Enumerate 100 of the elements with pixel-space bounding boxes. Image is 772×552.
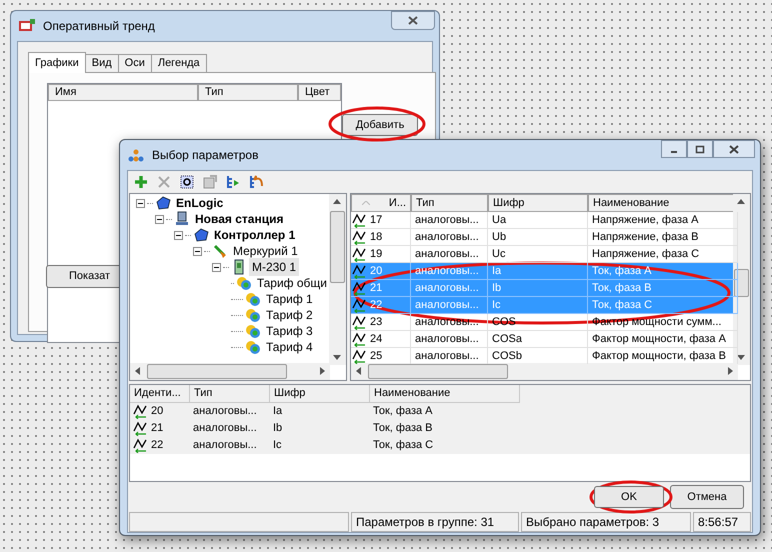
horizontal-scrollbar[interactable] bbox=[130, 363, 330, 380]
table-cell-text: аналоговы... bbox=[415, 298, 479, 313]
scroll-thumb[interactable] bbox=[734, 269, 749, 297]
table-row[interactable]: 17 аналоговы... Ua Напряжение, фаза A bbox=[351, 212, 738, 229]
minus-icon bbox=[195, 250, 200, 252]
app-icon bbox=[19, 19, 35, 33]
table-row[interactable]: 25 аналоговы... COSb Фактор мощности, фаза B bbox=[351, 348, 738, 364]
tab[interactable]: Легенда bbox=[150, 54, 207, 72]
table-cell-text: Напряжение, фаза B bbox=[592, 230, 698, 245]
minus-icon bbox=[214, 266, 219, 268]
right-arrow-icon bbox=[320, 367, 325, 375]
table-row[interactable]: 24 аналоговы... COSa Фактор мощности, фаза A bbox=[351, 331, 738, 348]
add-button[interactable]: Добавить bbox=[342, 114, 418, 136]
table-cell-text: Ток, фаза B bbox=[592, 280, 652, 296]
column-label: Тип bbox=[416, 196, 434, 211]
table-cell-text: Ia bbox=[273, 404, 282, 420]
collapse-toggle[interactable] bbox=[193, 246, 202, 256]
add-button[interactable] bbox=[132, 173, 150, 191]
table-row[interactable]: 19 аналоговы... Uc Напряжение, фаза C bbox=[351, 246, 738, 263]
show-button[interactable]: Показат bbox=[46, 265, 120, 288]
table-cell-text: 25 bbox=[370, 348, 382, 364]
up-arrow-icon bbox=[333, 199, 341, 204]
minus-icon bbox=[157, 218, 162, 220]
scroll-thumb[interactable] bbox=[368, 364, 508, 379]
table-cell-text: аналоговы... bbox=[193, 438, 257, 454]
table-cell-text: 21 bbox=[370, 280, 382, 296]
maximize-button[interactable] bbox=[687, 140, 713, 158]
table-cell-text: аналоговы... bbox=[415, 332, 479, 347]
sort-icon bbox=[362, 201, 370, 205]
column-header[interactable]: И... bbox=[351, 194, 411, 212]
tree-item[interactable]: Меркурий 1 bbox=[230, 242, 301, 260]
column-header[interactable]: Шифр bbox=[488, 194, 588, 212]
tariff-icon bbox=[245, 339, 261, 355]
vertical-scrollbar[interactable] bbox=[733, 194, 750, 365]
table-cell-text: Фактор мощности, фаза A bbox=[592, 332, 726, 347]
column-header[interactable]: Тип bbox=[198, 84, 298, 101]
horizontal-scrollbar[interactable] bbox=[351, 363, 738, 380]
maximize-icon bbox=[695, 144, 705, 154]
close-button[interactable] bbox=[713, 140, 755, 158]
vertical-scrollbar[interactable] bbox=[329, 194, 346, 365]
table-cell-text: Ток, фаза B bbox=[373, 421, 433, 436]
table-cell-text: Ib bbox=[273, 421, 282, 436]
tree-item[interactable]: Тариф 1 bbox=[263, 290, 316, 308]
tree-item[interactable]: Новая станция bbox=[192, 210, 286, 228]
collapse-toggle[interactable] bbox=[212, 262, 221, 272]
up-arrow-icon bbox=[737, 199, 745, 204]
trend-icon bbox=[352, 280, 368, 296]
table-cell-text: Ub bbox=[492, 230, 506, 245]
column-header[interactable]: Имя bbox=[48, 84, 198, 101]
tree-item[interactable]: Тариф 2 bbox=[263, 306, 316, 324]
window-title: Оперативный тренд bbox=[43, 18, 155, 35]
tree-item[interactable]: EnLogic bbox=[173, 194, 226, 212]
down-arrow-icon bbox=[737, 355, 745, 360]
tariff-icon bbox=[245, 307, 261, 323]
station-icon bbox=[174, 211, 190, 227]
trend-icon bbox=[133, 421, 149, 436]
scroll-thumb[interactable] bbox=[147, 364, 287, 379]
trend-icon bbox=[352, 314, 368, 330]
tree-item[interactable]: Тариф 3 bbox=[263, 322, 316, 340]
undo-button[interactable] bbox=[247, 173, 265, 191]
table-cell-text: Напряжение, фаза A bbox=[592, 212, 698, 228]
column-header[interactable]: Тип bbox=[411, 194, 488, 212]
table-row[interactable]: 18 аналоговы... Ub Напряжение, фаза B bbox=[351, 229, 738, 246]
column-header[interactable]: Цвет bbox=[298, 84, 341, 101]
trend-icon bbox=[352, 264, 368, 278]
window-title: Выбор параметров bbox=[152, 147, 258, 164]
table-cell-text: Ic bbox=[492, 298, 501, 313]
collapse-toggle[interactable] bbox=[174, 230, 183, 240]
table-cell-text: аналоговы... bbox=[415, 212, 479, 228]
column-label: Шифр bbox=[493, 196, 524, 211]
tree-item[interactable]: Контроллер 1 bbox=[211, 226, 298, 244]
table-cell-text: COSa bbox=[492, 332, 522, 347]
collapse-toggle[interactable] bbox=[136, 198, 145, 208]
cancel-button[interactable]: Отмена bbox=[670, 485, 744, 509]
collapse-toggle[interactable] bbox=[155, 214, 164, 224]
trend-icon bbox=[133, 404, 149, 419]
table-cell-text: Ток, фаза C bbox=[592, 298, 652, 313]
ok-button[interactable]: OK bbox=[594, 486, 664, 508]
close-icon bbox=[408, 16, 418, 25]
column-label: И... bbox=[388, 196, 406, 211]
minus-icon bbox=[138, 202, 143, 204]
table-cell-text: 18 bbox=[370, 230, 382, 245]
minimize-button[interactable] bbox=[661, 140, 687, 158]
close-button[interactable] bbox=[391, 11, 435, 30]
scroll-thumb[interactable] bbox=[330, 211, 345, 283]
tab[interactable]: Графики bbox=[28, 52, 86, 73]
right-arrow-icon bbox=[728, 367, 733, 375]
status-text: 8:56:57 bbox=[693, 512, 751, 532]
table-cell-text: 23 bbox=[370, 314, 382, 330]
tree-item[interactable]: Тариф общи bbox=[254, 274, 330, 292]
tree-icon bbox=[225, 174, 241, 190]
table-cell-text: Ток, фаза C bbox=[373, 438, 434, 454]
tree-item[interactable]: М-230 1 bbox=[249, 258, 300, 276]
status-text: Параметров в группе: 31 bbox=[351, 512, 519, 532]
table-cell-text: Фактор мощности, фаза B bbox=[592, 348, 726, 364]
table-cell-text: Uc bbox=[492, 246, 506, 262]
left-arrow-icon bbox=[135, 367, 140, 375]
tree-item[interactable]: Тариф 4 bbox=[263, 338, 316, 356]
tariff-icon bbox=[245, 291, 261, 307]
table-cell-text: 20 bbox=[151, 404, 164, 420]
